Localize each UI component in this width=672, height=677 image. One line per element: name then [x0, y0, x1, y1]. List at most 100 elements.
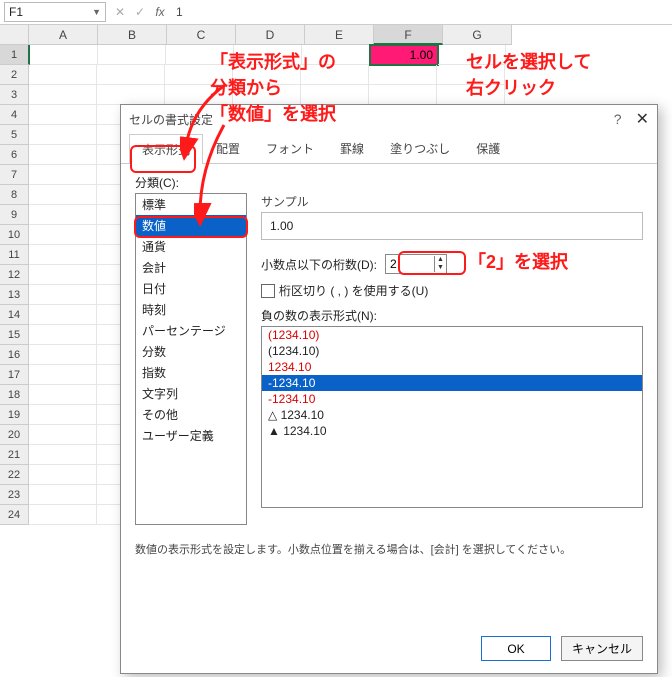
row-header[interactable]: 12 — [0, 265, 29, 285]
category-item[interactable]: 日付 — [136, 278, 246, 299]
cell[interactable] — [29, 385, 97, 405]
category-item[interactable]: 数値 — [136, 215, 246, 236]
row-header[interactable]: 17 — [0, 365, 29, 385]
tab-alignment[interactable]: 配置 — [203, 133, 253, 163]
col-header[interactable]: A — [29, 25, 98, 45]
cell[interactable] — [29, 65, 97, 85]
row-header[interactable]: 9 — [0, 205, 29, 225]
row-header[interactable]: 15 — [0, 325, 29, 345]
category-item[interactable]: ユーザー定義 — [136, 425, 246, 446]
row-header[interactable]: 23 — [0, 485, 29, 505]
cell[interactable] — [165, 85, 233, 105]
negative-format-item[interactable]: -1234.10 — [262, 391, 642, 407]
cell[interactable] — [29, 505, 97, 525]
spinner-down-icon[interactable]: ▼ — [435, 264, 446, 272]
category-item[interactable]: 分数 — [136, 341, 246, 362]
cell[interactable] — [97, 65, 165, 85]
cell[interactable]: 1.00 — [370, 45, 438, 65]
category-item[interactable]: 標準 — [136, 194, 246, 215]
cell[interactable] — [29, 465, 97, 485]
row-header[interactable]: 7 — [0, 165, 29, 185]
cell[interactable] — [29, 165, 97, 185]
help-icon[interactable]: ? — [614, 111, 622, 127]
category-item[interactable]: 文字列 — [136, 383, 246, 404]
cancel-button[interactable]: キャンセル — [561, 636, 643, 661]
row-header[interactable]: 6 — [0, 145, 29, 165]
select-all-corner[interactable] — [0, 25, 29, 45]
cell[interactable] — [29, 225, 97, 245]
tab-fill[interactable]: 塗りつぶし — [377, 133, 463, 163]
cell[interactable] — [29, 145, 97, 165]
category-item[interactable]: 指数 — [136, 362, 246, 383]
cell[interactable] — [437, 65, 505, 85]
row-header[interactable]: 19 — [0, 405, 29, 425]
cell[interactable] — [233, 65, 301, 85]
cell[interactable] — [301, 65, 369, 85]
spinner-up-icon[interactable]: ▲ — [435, 256, 446, 264]
tab-border[interactable]: 罫線 — [327, 133, 377, 163]
col-header[interactable]: B — [98, 25, 167, 45]
negative-format-item[interactable]: △ 1234.10 — [262, 407, 642, 423]
row-header[interactable]: 13 — [0, 285, 29, 305]
negative-format-item[interactable]: 1234.10 — [262, 359, 642, 375]
cell[interactable] — [98, 45, 166, 65]
col-header[interactable]: D — [236, 25, 305, 45]
cell[interactable] — [29, 185, 97, 205]
cell[interactable] — [29, 345, 97, 365]
cell[interactable] — [29, 305, 97, 325]
cell[interactable] — [29, 325, 97, 345]
cell[interactable] — [97, 85, 165, 105]
row-header[interactable]: 14 — [0, 305, 29, 325]
row-header[interactable]: 10 — [0, 225, 29, 245]
thousands-separator-checkbox[interactable] — [261, 284, 275, 298]
cell[interactable] — [165, 65, 233, 85]
row-header[interactable]: 20 — [0, 425, 29, 445]
row-header[interactable]: 1 — [0, 45, 30, 65]
dialog-titlebar[interactable]: セルの書式設定 ? ✕ — [121, 105, 657, 133]
negative-format-item[interactable]: -1234.10 — [262, 375, 642, 391]
category-item[interactable]: パーセンテージ — [136, 320, 246, 341]
category-item[interactable]: 通貨 — [136, 236, 246, 257]
negative-format-item[interactable]: (1234.10) — [262, 343, 642, 359]
cell[interactable] — [369, 85, 437, 105]
row-header[interactable]: 4 — [0, 105, 29, 125]
row-header[interactable]: 18 — [0, 385, 29, 405]
row-header[interactable]: 22 — [0, 465, 29, 485]
cell[interactable] — [369, 65, 437, 85]
cell[interactable] — [233, 85, 301, 105]
cell[interactable] — [30, 45, 98, 65]
negative-format-item[interactable]: ▲ 1234.10 — [262, 423, 642, 439]
cell[interactable] — [234, 45, 302, 65]
cell[interactable] — [301, 85, 369, 105]
col-header[interactable]: F — [374, 25, 443, 45]
category-item[interactable]: 会計 — [136, 257, 246, 278]
negative-format-item[interactable]: (1234.10) — [262, 327, 642, 343]
ok-button[interactable]: OK — [481, 636, 551, 661]
cell[interactable] — [29, 445, 97, 465]
fx-icon[interactable]: fx — [150, 5, 170, 19]
tab-protection[interactable]: 保護 — [463, 133, 513, 163]
row-header[interactable]: 11 — [0, 245, 29, 265]
row-header[interactable]: 5 — [0, 125, 29, 145]
name-box-dropdown-icon[interactable]: ▼ — [92, 7, 101, 17]
close-icon[interactable]: ✕ — [636, 109, 649, 129]
row-header[interactable]: 21 — [0, 445, 29, 465]
category-list[interactable]: 標準数値通貨会計日付時刻パーセンテージ分数指数文字列その他ユーザー定義 — [135, 193, 247, 525]
cell[interactable] — [29, 365, 97, 385]
name-box[interactable]: F1 ▼ — [4, 2, 106, 22]
cell[interactable] — [166, 45, 234, 65]
cell[interactable] — [29, 245, 97, 265]
category-item[interactable]: その他 — [136, 404, 246, 425]
col-header[interactable]: G — [443, 25, 512, 45]
category-item[interactable]: 時刻 — [136, 299, 246, 320]
cell[interactable] — [29, 285, 97, 305]
tab-font[interactable]: フォント — [253, 133, 327, 163]
row-header[interactable]: 24 — [0, 505, 29, 525]
tab-number-format[interactable]: 表示形式 — [129, 134, 203, 164]
cell[interactable] — [302, 45, 370, 65]
row-header[interactable]: 8 — [0, 185, 29, 205]
row-header[interactable]: 2 — [0, 65, 29, 85]
col-header[interactable]: C — [167, 25, 236, 45]
row-header[interactable]: 16 — [0, 345, 29, 365]
cell[interactable] — [29, 425, 97, 445]
